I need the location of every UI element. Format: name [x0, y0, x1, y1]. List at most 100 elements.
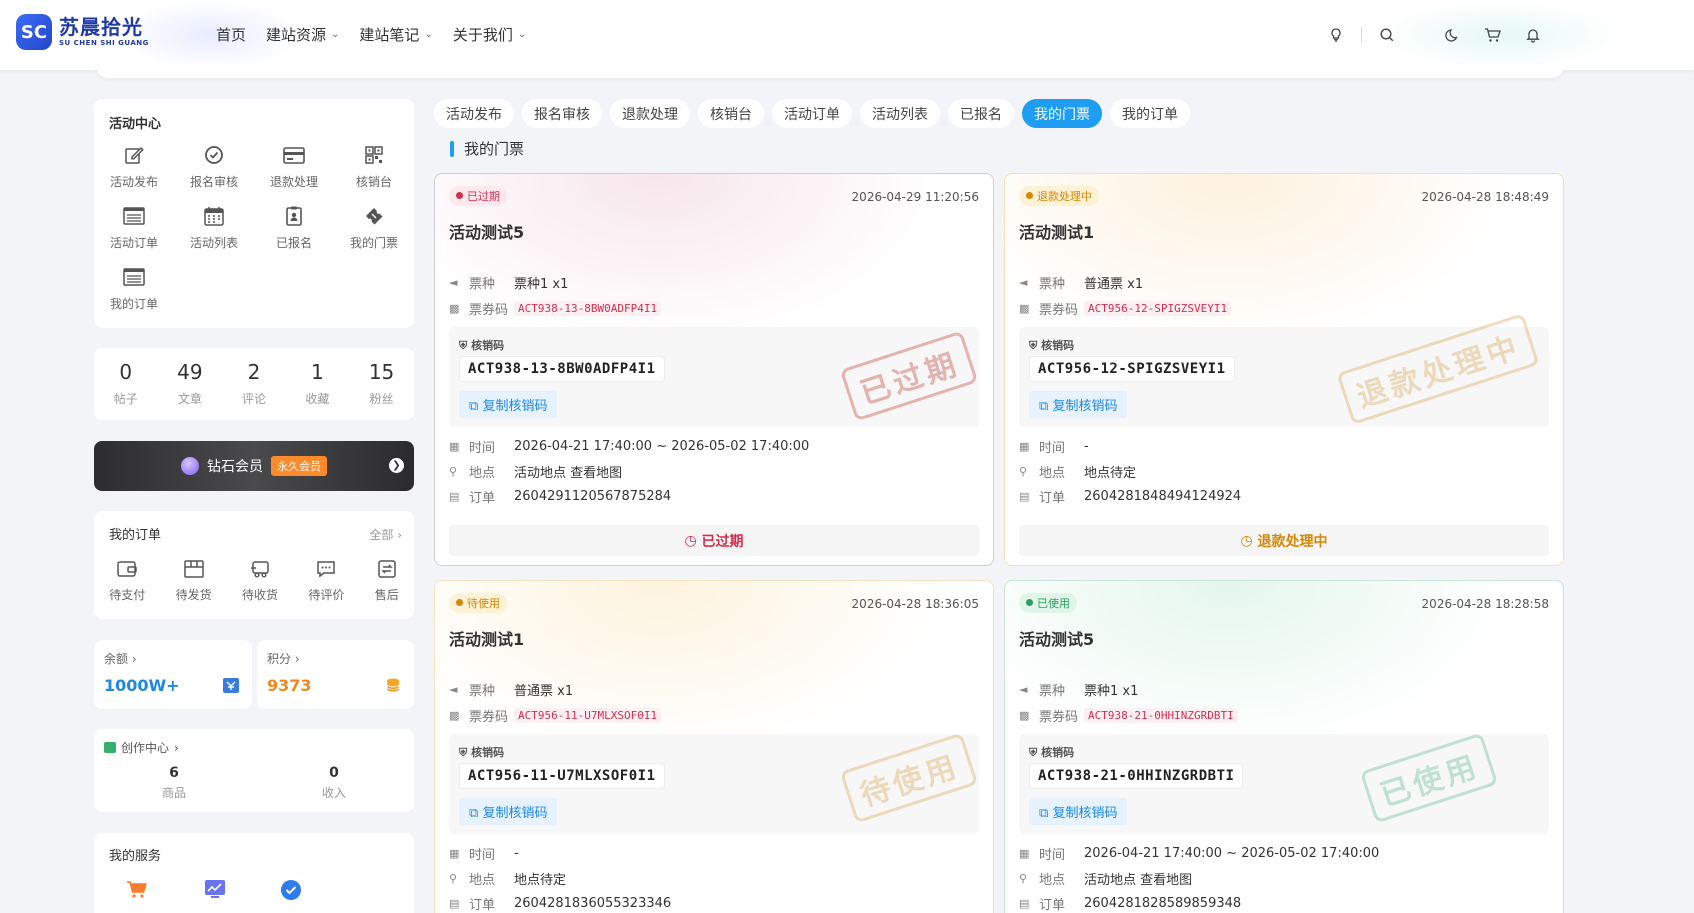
activity-item-orders[interactable]: 活动订单	[94, 204, 174, 251]
verify-code-value[interactable]: ACT956-11-U7MLXSOF0I1	[459, 763, 665, 789]
tab-refund[interactable]: 退款处理	[610, 99, 690, 128]
copy-verify-code-button[interactable]: ⧉ 复制核销码	[459, 798, 558, 825]
ticket-time-label: 时间	[1039, 441, 1066, 456]
ticket-order-value: 2604281848494124924	[1084, 489, 1242, 504]
activity-item-verify-desk[interactable]: 核销台	[334, 143, 414, 190]
tab-verify-desk[interactable]: 核销台	[698, 99, 764, 128]
tab-review[interactable]: 报名审核	[522, 99, 602, 128]
ticket-time-value: -	[1084, 439, 1089, 454]
ticket-footer-status[interactable]: ◷ 已过期	[449, 525, 979, 556]
stat-articles[interactable]: 49 文章	[177, 360, 202, 407]
order-status-label: 售后	[374, 588, 399, 602]
activity-item-label: 活动列表	[189, 236, 238, 250]
shopping-cart-icon[interactable]	[126, 879, 148, 899]
stat-comments[interactable]: 2 评论	[242, 360, 266, 407]
nav-item-home[interactable]: 首页	[216, 24, 246, 45]
stat-fans[interactable]: 15 粉丝	[369, 360, 394, 407]
tab-activity-orders[interactable]: 活动订单	[772, 99, 852, 128]
activity-item-publish[interactable]: 活动发布	[94, 143, 174, 190]
points-label: 积分	[267, 652, 292, 666]
ticket-type-row: ◄ 票种 普通票 x1	[1019, 273, 1143, 292]
ticket-card[interactable]: 已使用 2026-04-28 18:28:58 活动测试5 ◄ 票种 票种1 x1 …	[1004, 580, 1564, 913]
nav-item-resources[interactable]: 建站资源 ⌄	[266, 24, 339, 45]
activity-item-my-orders[interactable]: 我的订单	[94, 265, 174, 312]
cart-icon[interactable]	[1480, 22, 1506, 48]
chart-icon[interactable]	[204, 879, 226, 899]
balance-card[interactable]: 余额 › 1000W+	[94, 640, 252, 709]
points-card[interactable]: 积分 › 9373	[257, 640, 414, 709]
lightbulb-icon[interactable]	[1323, 22, 1349, 48]
wallet-icon	[223, 678, 239, 693]
creator-center-title: 创作中心	[121, 741, 170, 755]
activity-item-my-tickets[interactable]: 我的门票	[334, 204, 414, 251]
stat-favorites[interactable]: 1 收藏	[305, 360, 329, 407]
file-icon: ▤	[1019, 490, 1030, 503]
ticket-title[interactable]: 活动测试1	[449, 626, 524, 650]
bell-icon[interactable]	[1520, 22, 1546, 48]
ticket-code-row: ▩ 票券码 ACT956-12-SPIGZSVEYI1	[1019, 299, 1232, 318]
copy-verify-code-button[interactable]: ⧉ 复制核销码	[1029, 798, 1128, 825]
moon-icon[interactable]	[1440, 22, 1466, 48]
nav-item-notes[interactable]: 建站笔记 ⌄	[359, 24, 432, 45]
order-status-pending-review[interactable]: 待评价	[308, 559, 344, 603]
ticket-footer-status[interactable]: ◷ 退款处理中	[1019, 525, 1549, 556]
ticket-time-row: ▦ 时间 2026-04-21 17:40:00 ~ 2026-05-02 17:4…	[449, 437, 809, 456]
map-pin-icon: ⚲	[449, 465, 458, 478]
ticket-title[interactable]: 活动测试5	[1019, 626, 1094, 650]
ticket-time-value: -	[514, 846, 519, 861]
order-status-after-sales[interactable]: 售后	[375, 559, 399, 603]
creator-stat-number: 0	[329, 765, 339, 781]
order-status-row: 待支付 待发货 待收货 待评价 售后	[94, 559, 414, 603]
order-status-pending-pay[interactable]: 待支付	[109, 559, 145, 603]
ticket-card[interactable]: 待使用 2026-04-28 18:36:05 活动测试1 ◄ 票种 普通票 x1 …	[434, 580, 994, 913]
logo-subtitle: SU CHEN SHI GUANG	[59, 39, 149, 47]
creator-stat-products[interactable]: 6 商品	[162, 765, 186, 801]
points-label-row: 积分 ›	[267, 650, 300, 667]
ticket-card[interactable]: 已过期 2026-04-29 11:20:56 活动测试5 ◄ 票种 票种1 x1 …	[434, 173, 994, 566]
ticket-card[interactable]: 退款处理中 2026-04-28 18:48:49 活动测试1 ◄ 票种 普通票 x…	[1004, 173, 1564, 566]
activity-item-registered[interactable]: 已报名	[254, 204, 334, 251]
ticket-code-row: ▩ 票券码 ACT956-11-U7MLXSOF0I1	[449, 706, 662, 725]
map-pin-icon: ⚲	[1019, 872, 1028, 885]
site-logo[interactable]: SC 苏晨拾光 SU CHEN SHI GUANG	[16, 14, 149, 50]
stat-posts[interactable]: 0 帖子	[114, 360, 138, 407]
ticket-status-text: 退款处理中	[1037, 190, 1092, 203]
verified-icon[interactable]	[280, 879, 302, 901]
status-dot	[456, 599, 463, 606]
tab-my-orders[interactable]: 我的订单	[1110, 99, 1190, 128]
verify-code-value[interactable]: ACT956-12-SPIGZSVEYI1	[1029, 356, 1235, 382]
ticket-type-row: ◄ 票种 票种1 x1	[1019, 680, 1138, 699]
vip-banner[interactable]: 钻石会员 永久会员 ❯	[94, 441, 414, 491]
copy-button-label: 复制核销码	[482, 399, 548, 414]
list-icon	[121, 204, 147, 228]
tab-publish[interactable]: 活动发布	[434, 99, 514, 128]
status-dot	[1026, 599, 1033, 606]
activity-item-review[interactable]: 报名审核	[174, 143, 254, 190]
nav-item-about[interactable]: 关于我们 ⌄	[453, 24, 526, 45]
ticket-created-time: 2026-04-28 18:28:58	[1421, 597, 1549, 611]
creator-center-header[interactable]: 创作中心 ›	[104, 739, 179, 756]
shield-icon: ⛨	[1029, 746, 1038, 759]
my-orders-all-link[interactable]: 全部 ›	[369, 526, 402, 543]
ticket-title[interactable]: 活动测试5	[449, 219, 524, 243]
order-status-pending-receive[interactable]: 待收货	[242, 559, 278, 603]
verify-code-value[interactable]: ACT938-21-0HHINZGRDBTI	[1029, 763, 1244, 789]
activity-item-refund[interactable]: 退款处理	[254, 143, 334, 190]
activity-item-list[interactable]: 活动列表	[174, 204, 254, 251]
order-status-pending-ship[interactable]: 待发货	[176, 559, 212, 603]
copy-verify-code-button[interactable]: ⧉ 复制核销码	[1029, 391, 1128, 418]
ticket-title[interactable]: 活动测试1	[1019, 219, 1094, 243]
tab-activity-list[interactable]: 活动列表	[860, 99, 940, 128]
verify-code-value[interactable]: ACT938-13-8BW0ADFP4I1	[459, 356, 665, 382]
copy-icon: ⧉	[469, 806, 479, 821]
ticket-type-value: 普通票 x1	[1084, 277, 1144, 292]
creator-stat-income[interactable]: 0 收入	[322, 765, 346, 801]
copy-verify-code-button[interactable]: ⧉ 复制核销码	[459, 391, 558, 418]
tags-icon: ◄	[1019, 683, 1028, 696]
search-icon[interactable]	[1374, 22, 1400, 48]
tab-registered[interactable]: 已报名	[948, 99, 1014, 128]
ticket-created-time: 2026-04-28 18:36:05	[851, 597, 979, 611]
tab-my-tickets[interactable]: 我的门票	[1022, 99, 1102, 128]
file-icon: ▤	[449, 490, 460, 503]
activity-center-title: 活动中心	[109, 117, 162, 132]
